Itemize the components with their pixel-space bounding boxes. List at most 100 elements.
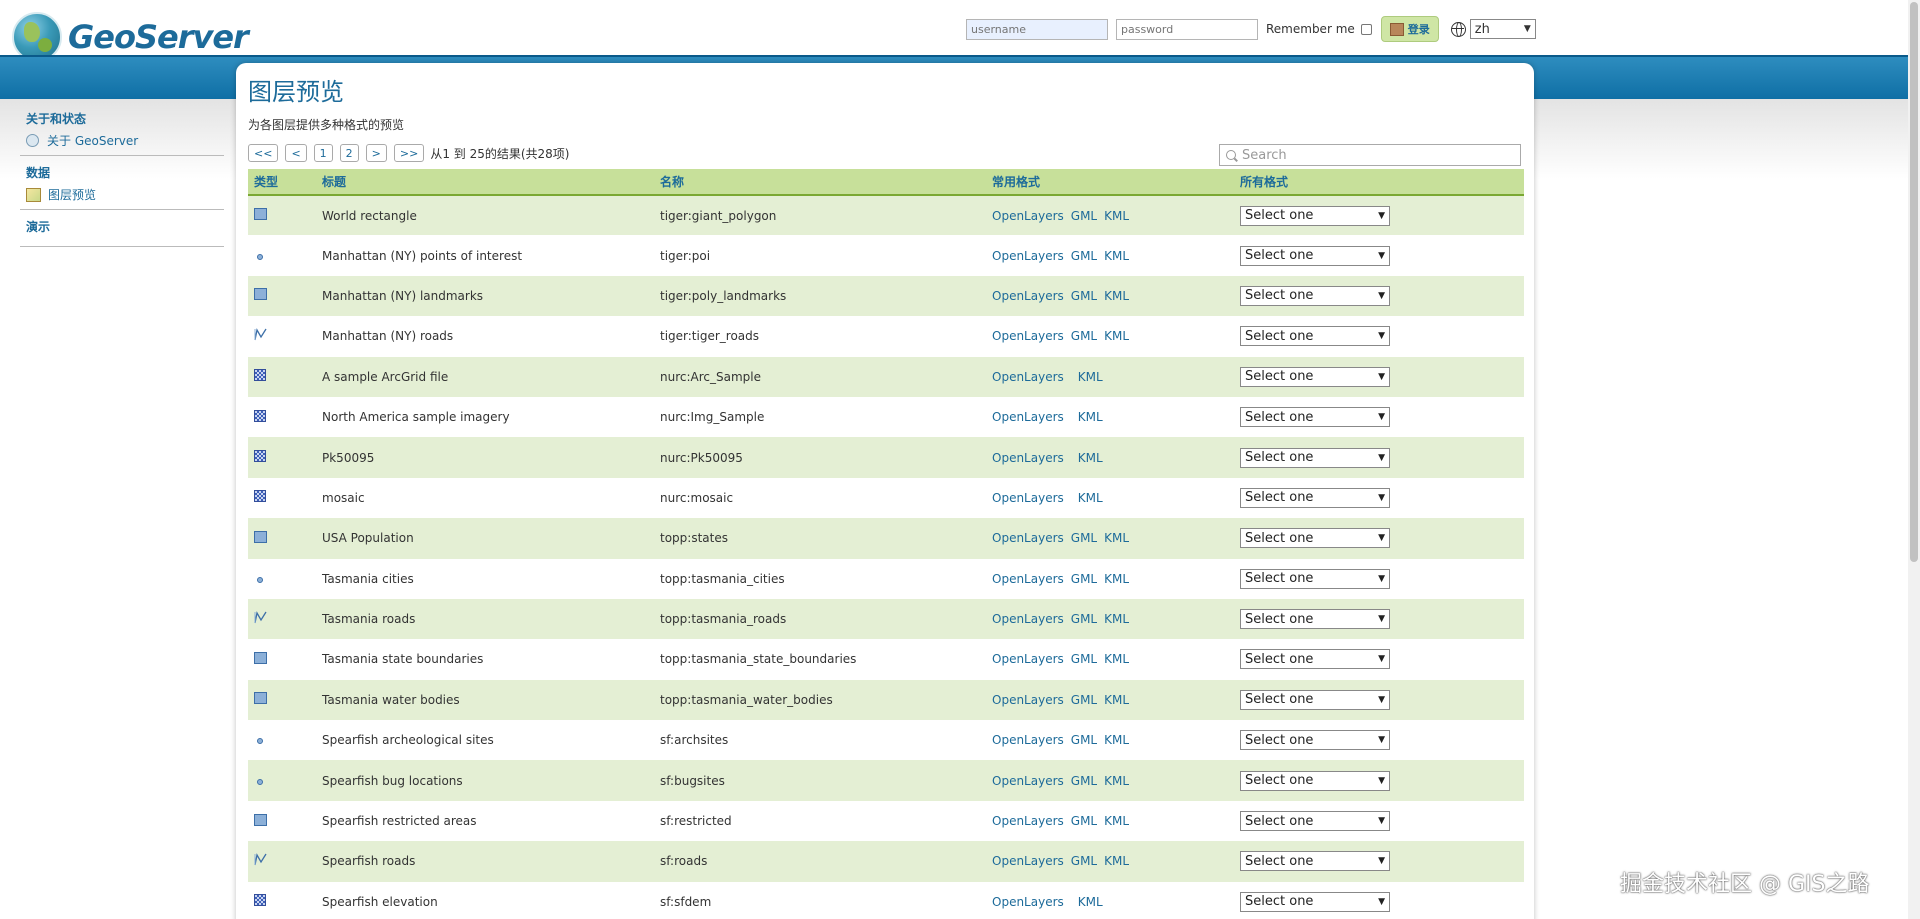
gml-link[interactable]: GML	[1071, 693, 1097, 707]
gml-link[interactable]: GML	[1071, 854, 1097, 868]
openlayers-link[interactable]: OpenLayers	[992, 854, 1064, 868]
search-input[interactable]: Search	[1242, 148, 1287, 163]
scrollbar-thumb[interactable]	[1910, 2, 1918, 562]
openlayers-link[interactable]: OpenLayers	[992, 693, 1064, 707]
all-formats-select[interactable]: Select one ▼	[1240, 407, 1390, 428]
all-formats-select[interactable]: Select one ▼	[1240, 326, 1390, 347]
all-formats-select[interactable]: Select one ▼	[1240, 245, 1390, 266]
kml-link[interactable]: KML	[1104, 249, 1129, 263]
gml-link[interactable]: GML	[1071, 733, 1097, 747]
kml-link[interactable]: KML	[1104, 774, 1129, 788]
openlayers-link[interactable]: OpenLayers	[992, 572, 1064, 586]
kml-link[interactable]: KML	[1104, 289, 1129, 303]
gml-link[interactable]: GML	[1071, 612, 1097, 626]
kml-link[interactable]: KML	[1104, 329, 1129, 343]
openlayers-link[interactable]: OpenLayers	[992, 451, 1064, 465]
all-formats-select[interactable]: Select one ▼	[1240, 447, 1390, 468]
pager-next-button[interactable]: >	[365, 144, 387, 162]
all-formats-select[interactable]: Select one ▼	[1240, 851, 1390, 872]
kml-link[interactable]: KML	[1104, 572, 1129, 586]
nav-heading-demos[interactable]: 演示	[26, 218, 224, 235]
kml-link[interactable]: KML	[1104, 652, 1129, 666]
openlayers-link[interactable]: OpenLayers	[992, 733, 1064, 747]
kml-link[interactable]: KML	[1104, 209, 1129, 223]
kml-link[interactable]: KML	[1078, 491, 1103, 505]
select-value: Select one	[1245, 409, 1314, 425]
kml-link[interactable]: KML	[1078, 410, 1103, 424]
column-header-type[interactable]: 类型	[248, 169, 316, 196]
gml-link[interactable]: GML	[1071, 531, 1097, 545]
all-formats-select[interactable]: Select one ▼	[1240, 891, 1390, 912]
openlayers-link[interactable]: OpenLayers	[992, 289, 1064, 303]
pager-page-1-button[interactable]: 1	[313, 144, 333, 162]
kml-link[interactable]: KML	[1104, 531, 1129, 545]
sidebar-item-about-geoserver[interactable]: 关于 GeoServer	[26, 132, 224, 149]
all-formats-select[interactable]: Select one ▼	[1240, 487, 1390, 508]
openlayers-link[interactable]: OpenLayers	[992, 410, 1064, 424]
layer-name-cell: tiger:tiger_roads	[654, 316, 986, 357]
polygon-layer-icon	[254, 813, 267, 826]
openlayers-link[interactable]: OpenLayers	[992, 531, 1064, 545]
all-formats-select[interactable]: Select one ▼	[1240, 528, 1390, 549]
raster-layer-icon	[254, 450, 266, 463]
all-formats-select[interactable]: Select one ▼	[1240, 205, 1390, 226]
pager-last-button[interactable]: >>	[393, 144, 425, 162]
kml-link[interactable]: KML	[1104, 612, 1129, 626]
pager-page-2-button[interactable]: 2	[339, 144, 359, 162]
sidebar-item-layer-preview[interactable]: 图层预览	[26, 186, 224, 203]
all-formats-select[interactable]: Select one ▼	[1240, 568, 1390, 589]
all-formats-select[interactable]: Select one ▼	[1240, 770, 1390, 791]
gml-link[interactable]: GML	[1071, 814, 1097, 828]
openlayers-link[interactable]: OpenLayers	[992, 491, 1064, 505]
login-button[interactable]: 登录	[1380, 16, 1439, 42]
kml-link[interactable]: KML	[1104, 854, 1129, 868]
column-header-name[interactable]: 名称	[654, 169, 986, 196]
remember-me-checkbox[interactable]	[1360, 23, 1372, 35]
select-value: Select one	[1245, 651, 1314, 667]
pager-prev-button[interactable]: <	[285, 144, 307, 162]
gml-link[interactable]: GML	[1071, 774, 1097, 788]
openlayers-link[interactable]: OpenLayers	[992, 652, 1064, 666]
openlayers-link[interactable]: OpenLayers	[992, 249, 1064, 263]
layer-name-cell: nurc:Img_Sample	[654, 396, 986, 438]
openlayers-link[interactable]: OpenLayers	[992, 612, 1064, 626]
table-header-row: 类型 标题 名称 常用格式 所有格式	[248, 169, 1524, 196]
layer-name-cell: sf:archsites	[654, 720, 986, 761]
search-box[interactable]: Search	[1219, 144, 1521, 166]
select-value: Select one	[1245, 732, 1314, 748]
gml-link[interactable]: GML	[1071, 652, 1097, 666]
openlayers-link[interactable]: OpenLayers	[992, 209, 1064, 223]
all-formats-select[interactable]: Select one ▼	[1240, 730, 1390, 751]
all-formats-select[interactable]: Select one ▼	[1240, 811, 1390, 832]
gml-link[interactable]: GML	[1071, 209, 1097, 223]
kml-link[interactable]: KML	[1078, 895, 1103, 909]
type-cell	[248, 396, 316, 438]
kml-link[interactable]: KML	[1104, 693, 1129, 707]
all-formats-select[interactable]: Select one ▼	[1240, 366, 1390, 387]
openlayers-link[interactable]: OpenLayers	[992, 370, 1064, 384]
openlayers-link[interactable]: OpenLayers	[992, 774, 1064, 788]
all-formats-select[interactable]: Select one ▼	[1240, 609, 1390, 630]
column-header-title[interactable]: 标题	[316, 169, 654, 196]
pager-first-button[interactable]: <<	[248, 144, 279, 162]
kml-link[interactable]: KML	[1104, 814, 1129, 828]
table-row: Pk50095 nurc:Pk50095 OpenLayers KML Select o…	[248, 437, 1524, 478]
openlayers-link[interactable]: OpenLayers	[992, 895, 1064, 909]
gml-link[interactable]: GML	[1071, 329, 1097, 343]
gml-link[interactable]: GML	[1071, 249, 1097, 263]
all-formats-select[interactable]: Select one ▼	[1240, 689, 1390, 710]
gml-link[interactable]: GML	[1071, 289, 1097, 303]
pager-info: 从1 到 25的结果(共28项)	[430, 146, 570, 161]
kml-link[interactable]: KML	[1078, 451, 1103, 465]
all-formats-select[interactable]: Select one ▼	[1240, 285, 1390, 306]
gml-link[interactable]: GML	[1071, 572, 1097, 586]
language-select[interactable]: zh ▼	[1469, 19, 1536, 39]
password-input[interactable]	[1116, 18, 1258, 40]
all-formats-select[interactable]: Select one ▼	[1240, 649, 1390, 670]
kml-link[interactable]: KML	[1104, 733, 1129, 747]
openlayers-link[interactable]: OpenLayers	[992, 329, 1064, 343]
username-input[interactable]	[966, 18, 1108, 40]
vertical-scrollbar[interactable]	[1908, 0, 1920, 919]
openlayers-link[interactable]: OpenLayers	[992, 814, 1064, 828]
kml-link[interactable]: KML	[1078, 370, 1103, 384]
